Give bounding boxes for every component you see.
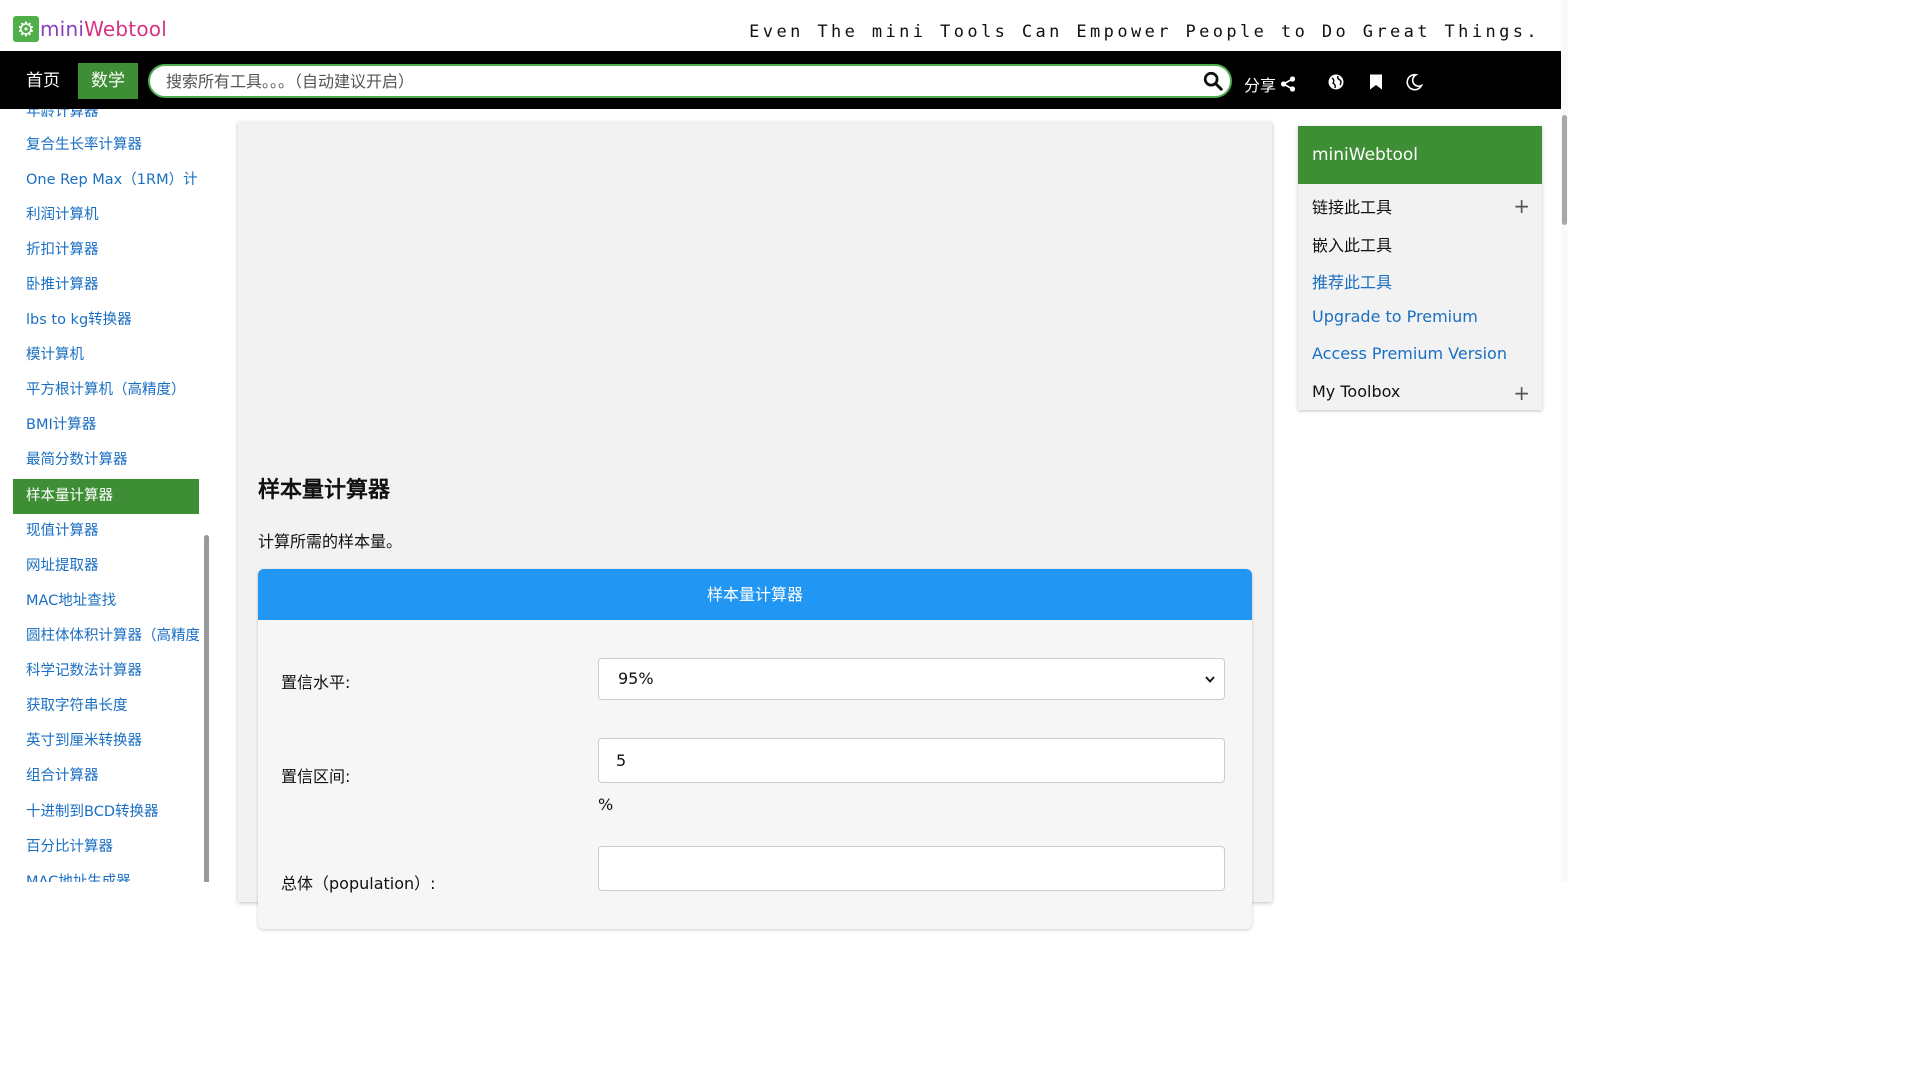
sidebar-scrollbar[interactable] [204,535,209,882]
confidence-level-value: 95% [618,669,654,688]
site-tagline: Even The mini Tools Can Empower People t… [749,22,1540,42]
page-title: 样本量计算器 [258,478,391,503]
sidebar-item[interactable]: 科学记数法计算器 [13,654,199,689]
calculator-card-header: 样本量计算器 [258,569,1252,620]
logo-text: miniWebtool [40,17,167,41]
site-logo[interactable]: ⚙ miniWebtool [13,16,167,42]
sidebar-item[interactable]: 利润计算机 [13,198,199,233]
confidence-level-select[interactable]: 95% [598,658,1225,700]
access-premium-link[interactable]: Access Premium Version [1312,344,1507,363]
main-content: 样本量计算器 计算所需的样本量。 样本量计算器 置信水平: 95% 置信区间: … [238,122,1272,929]
sidebar-item[interactable]: One Rep Max（1RM）计 [13,163,199,198]
sidebar-item[interactable]: 百分比计算器 [13,830,199,865]
upgrade-premium-link[interactable]: Upgrade to Premium [1312,307,1478,326]
nav-math[interactable]: 数学 [78,63,138,99]
confidence-interval-input[interactable]: 5 [598,738,1225,783]
confidence-interval-label: 置信区间: [281,767,351,786]
sidebar-item[interactable]: 现值计算器 [13,514,199,549]
bookmark-icon[interactable] [1367,73,1385,91]
nav-home[interactable]: 首页 [14,63,72,99]
share-label: 分享 [1244,76,1277,95]
sidebar-item[interactable]: 最简分数计算器 [13,443,199,478]
search-icon[interactable] [1202,70,1224,92]
search-input[interactable] [166,66,1196,96]
sidebar-item-active[interactable]: 样本量计算器 [13,479,199,514]
sidebar-item[interactable]: MAC地址查找 [13,584,199,619]
confidence-level-label: 置信水平: [281,673,351,692]
right-panel: miniWebtool 链接此工具 + 嵌入此工具 推荐此工具 Upgrade … [1298,126,1542,410]
sidebar-item[interactable]: lbs to kg转换器 [13,303,199,338]
calculator-card: 样本量计算器 置信水平: 95% 置信区间: 5 % 总体（population… [258,569,1252,929]
expand-toolbox-plus-icon[interactable]: + [1513,383,1530,403]
sidebar-item[interactable]: 模计算机 [13,338,199,373]
embed-tool-item[interactable]: 嵌入此工具 [1312,232,1392,256]
sidebar-item[interactable]: 十进制到BCD转换器 [13,795,199,830]
sidebar-item[interactable]: 圆柱体体积计算器（高精度 [13,619,199,654]
sidebar-item[interactable]: 年龄计算器 [13,109,199,130]
share-button[interactable]: 分享 [1244,72,1296,96]
sidebar-item[interactable]: 复合生长率计算器 [13,128,199,163]
confidence-interval-value: 5 [616,751,627,770]
sidebar-item[interactable]: 卧推计算器 [13,268,199,303]
recommend-tool-link[interactable]: 推荐此工具 [1312,269,1392,293]
expand-link-tool-plus-icon[interactable]: + [1513,196,1530,216]
main-navbar: 首页 数学 分享 [0,51,1568,109]
page-description: 计算所需的样本量。 [258,532,403,551]
gear-icon: ⚙ [13,16,39,42]
sidebar-item[interactable]: 网址提取器 [13,549,199,584]
globe-icon[interactable] [1327,73,1345,91]
sidebar-item[interactable]: 平方根计算机（高精度） [13,373,199,408]
chevron-down-icon [1205,676,1215,683]
top-header: ⚙ miniWebtool Even The mini Tools Can Em… [0,0,1568,51]
sidebar-item[interactable]: 英寸到厘米转换器 [13,724,199,759]
search-box [148,64,1232,98]
population-label: 总体（population）: [281,874,436,893]
link-tool-item[interactable]: 链接此工具 [1312,194,1392,218]
my-toolbox-item[interactable]: My Toolbox [1312,382,1400,401]
window-scrollbar-thumb[interactable] [1562,115,1567,225]
sidebar-item[interactable]: BMI计算器 [13,408,199,443]
share-icon [1280,76,1296,92]
logo-web-text: Webtool [84,17,167,41]
sidebar-item[interactable]: MAC地址生成器 [13,865,199,882]
logo-mini-text: mini [40,17,85,41]
right-panel-title: miniWebtool [1298,126,1542,184]
left-sidebar: 年龄计算器 复合生长率计算器 One Rep Max（1RM）计 利润计算机 折… [0,109,212,882]
percent-unit: % [598,795,614,814]
sidebar-item[interactable]: 获取字符串长度 [13,689,199,724]
population-input[interactable] [598,846,1225,891]
sidebar-item[interactable]: 组合计算器 [13,759,199,794]
sidebar-item[interactable]: 折扣计算器 [13,233,199,268]
dark-mode-moon-icon[interactable] [1405,73,1423,91]
